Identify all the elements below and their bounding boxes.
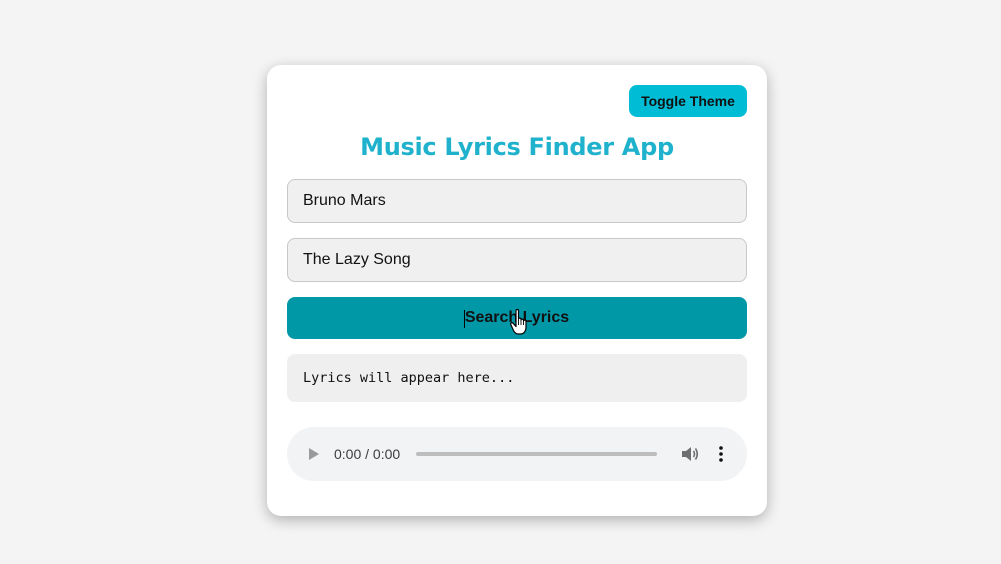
song-title-input[interactable]	[287, 238, 747, 282]
lyrics-output: Lyrics will appear here...	[287, 354, 747, 402]
text-caret	[464, 310, 465, 328]
search-lyrics-button[interactable]: Search Lyrics	[287, 297, 747, 339]
toggle-theme-button[interactable]: Toggle Theme	[629, 85, 747, 117]
audio-time-display: 0:00 / 0:00	[334, 446, 401, 462]
volume-icon[interactable]	[681, 446, 699, 462]
page-title: Music Lyrics Finder App	[360, 133, 674, 161]
audio-progress-bar[interactable]	[416, 452, 657, 456]
lyrics-finder-card: Toggle Theme Music Lyrics Finder App Sea…	[267, 65, 767, 516]
play-icon[interactable]	[309, 448, 319, 460]
artist-input[interactable]	[287, 179, 747, 223]
more-options-icon[interactable]	[718, 446, 724, 462]
audio-player[interactable]: 0:00 / 0:00	[287, 427, 747, 481]
lyrics-placeholder: Lyrics will appear here...	[303, 370, 515, 386]
